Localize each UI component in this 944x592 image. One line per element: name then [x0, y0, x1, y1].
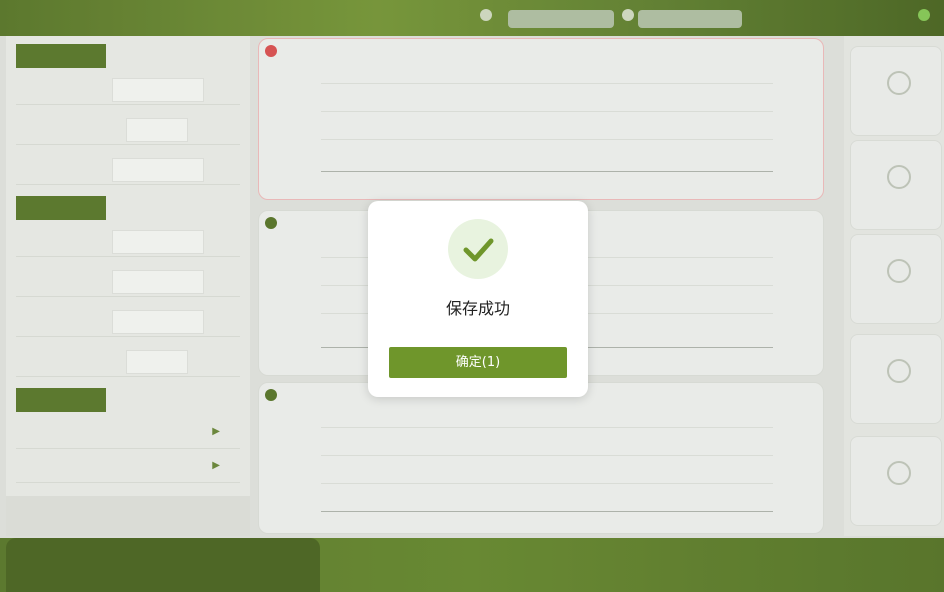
save-success-dialog: 保存成功 确定(1)	[368, 201, 588, 397]
dialog-message: 保存成功	[445, 299, 510, 318]
success-check-icon	[448, 219, 508, 279]
confirm-button[interactable]: 确定(1)	[389, 347, 567, 378]
